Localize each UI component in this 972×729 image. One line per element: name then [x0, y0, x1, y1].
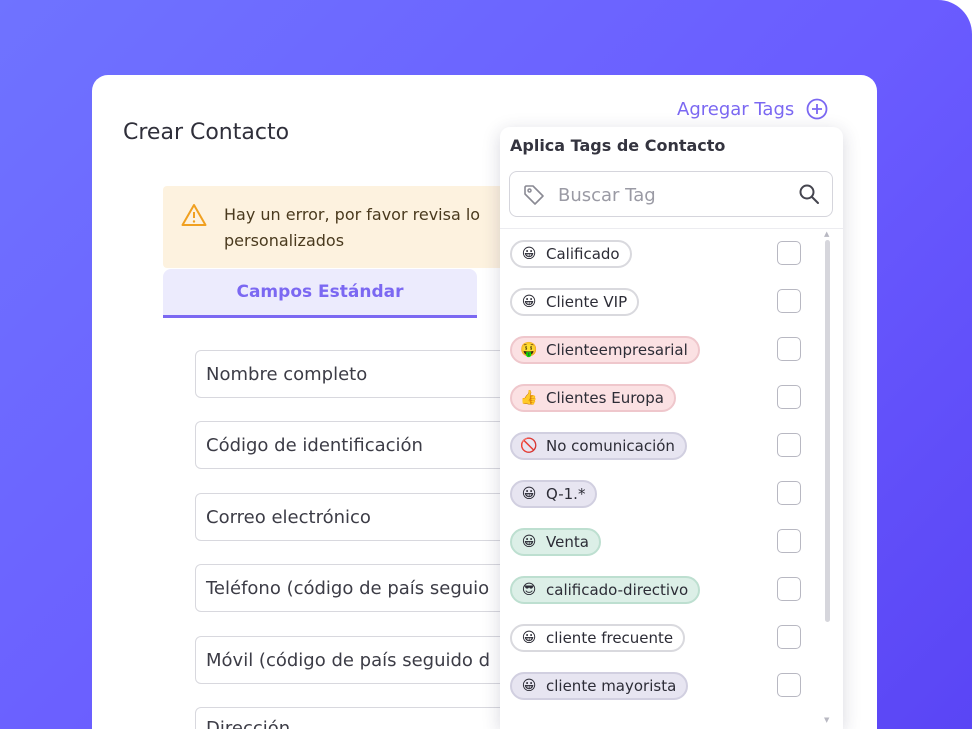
tag-search[interactable]	[509, 171, 833, 217]
error-alert: Hay un error, por favor revisa lo person…	[163, 186, 523, 268]
dropdown-title: Aplica Tags de Contacto	[510, 136, 726, 155]
tag-row[interactable]: 😀 cliente mayorista	[510, 672, 820, 704]
emoji-icon: 😀	[521, 678, 537, 694]
emoji-icon: 🤑	[520, 342, 538, 358]
add-tags-button[interactable]: Agregar Tags	[677, 98, 828, 120]
page-title: Crear Contacto	[123, 120, 290, 145]
divider	[500, 228, 843, 229]
tag-checkbox[interactable]	[777, 577, 801, 601]
tag-row[interactable]: 😎 calificado-directivo	[510, 576, 820, 608]
tab-campos-estandar[interactable]: Campos Estándar	[163, 269, 477, 318]
background: Crear Contacto Agregar Tags Hay un error…	[0, 0, 972, 729]
scroll-up-arrow[interactable]: ▲	[824, 230, 829, 238]
tag-checkbox[interactable]	[777, 529, 801, 553]
tag-row[interactable]: 😀 Calificado	[510, 240, 820, 272]
tag-label: Clienteempresarial	[546, 341, 688, 359]
emoji-icon: 😀	[521, 630, 537, 646]
emoji-icon: 😀	[521, 246, 537, 262]
tag-checkbox[interactable]	[777, 481, 801, 505]
tag-label: calificado-directivo	[546, 581, 689, 599]
search-icon[interactable]	[798, 183, 820, 205]
tag-pill[interactable]: 🤑 Clienteempresarial	[510, 336, 700, 364]
alert-message: Hay un error, por favor revisa lo person…	[224, 202, 524, 254]
tag-label: Calificado	[546, 245, 620, 263]
tag-checkbox[interactable]	[777, 289, 801, 313]
tag-row[interactable]: 😀 Venta	[510, 528, 820, 560]
emoji-icon: 🚫	[520, 438, 538, 454]
tag-row[interactable]: 👍 Clientes Europa	[510, 384, 820, 416]
emoji-icon: 👍	[520, 390, 538, 406]
emoji-icon: 😀	[521, 534, 537, 550]
tag-label: Venta	[546, 533, 589, 551]
tag-row[interactable]: 🤑 Clienteempresarial	[510, 336, 820, 368]
emoji-icon: 😀	[521, 486, 537, 502]
tag-pill[interactable]: 😀 cliente mayorista	[510, 672, 689, 700]
tag-label: Clientes Europa	[546, 389, 664, 407]
tag-label: No comunicación	[546, 437, 675, 455]
tag-checkbox[interactable]	[777, 433, 801, 457]
tag-checkbox[interactable]	[777, 337, 801, 361]
tag-checkbox[interactable]	[777, 385, 801, 409]
tag-pill[interactable]: 😎 calificado-directivo	[510, 576, 701, 604]
scrollbar[interactable]	[825, 240, 830, 622]
emoji-icon: 😀	[521, 294, 537, 310]
tag-pill[interactable]: 😀 Q-1.*	[510, 480, 598, 508]
tag-label: Cliente VIP	[546, 293, 628, 311]
tag-label: cliente mayorista	[546, 677, 677, 695]
tag-row[interactable]: 😀 Q-1.*	[510, 480, 820, 512]
tag-pill[interactable]: 😀 Cliente VIP	[510, 288, 640, 316]
tag-row[interactable]: 😀 Cliente VIP	[510, 288, 820, 320]
tag-checkbox[interactable]	[777, 673, 801, 697]
alert-line-2: personalizados	[224, 231, 345, 250]
emoji-icon: 😎	[521, 582, 537, 598]
tag-row[interactable]: 😀 cliente frecuente	[510, 624, 820, 656]
tag-pill[interactable]: 😀 Venta	[510, 528, 601, 556]
tag-label: cliente frecuente	[546, 629, 674, 647]
tag-checkbox[interactable]	[777, 625, 801, 649]
tags-dropdown: Aplica Tags de Contacto 😀 Calificado 😀 Clie…	[500, 127, 843, 729]
tag-pill[interactable]: 😀 Calificado	[510, 240, 632, 268]
alert-line-1: Hay un error, por favor revisa lo	[224, 205, 481, 224]
tag-pill[interactable]: 😀 cliente frecuente	[510, 624, 686, 652]
tag-pill[interactable]: 🚫 No comunicación	[510, 432, 687, 460]
tag-row[interactable]: 🚫 No comunicación	[510, 432, 820, 464]
tag-search-input[interactable]	[556, 182, 790, 208]
tag-checkbox[interactable]	[777, 241, 801, 265]
tag-icon	[524, 185, 544, 205]
tag-label: Q-1.*	[546, 485, 586, 503]
plus-circle-icon	[806, 98, 828, 120]
add-tags-label: Agregar Tags	[677, 98, 795, 120]
warning-triangle-icon	[181, 204, 207, 226]
tag-pill[interactable]: 👍 Clientes Europa	[510, 384, 676, 412]
scroll-down-arrow[interactable]: ▼	[824, 716, 829, 724]
